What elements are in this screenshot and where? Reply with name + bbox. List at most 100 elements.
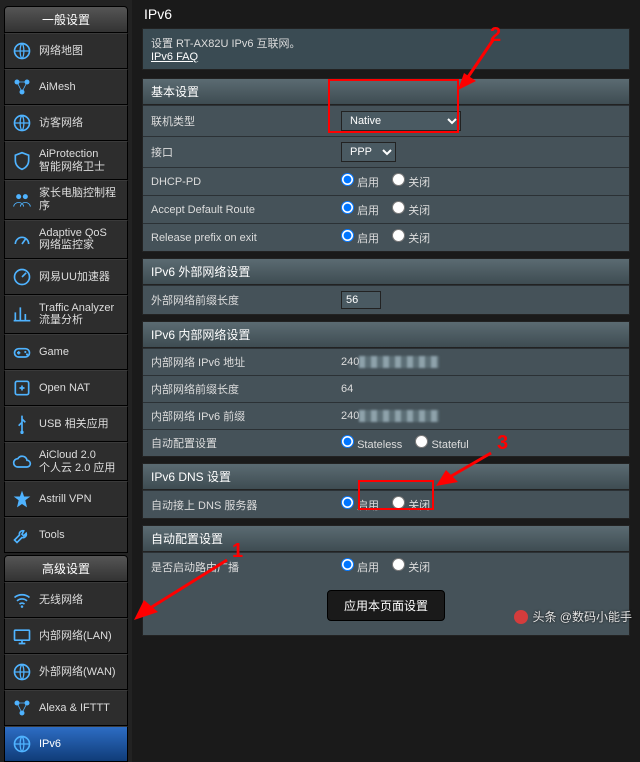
sidebar-item-label: Tools [39, 529, 65, 542]
radio-release-enable[interactable]: 启用 [341, 233, 379, 245]
radio-ra-disable[interactable]: 关闭 [392, 562, 430, 574]
masked-value [359, 410, 439, 422]
globe-icon [11, 661, 33, 683]
sidebar-item-usb-[interactable]: USB 相关应用 [4, 406, 128, 442]
label-wan-prefix-len: 外部网络前缀长度 [143, 286, 333, 315]
section-auto-header: 自动配置设置 [143, 526, 629, 552]
sidebar-item-open-nat[interactable]: Open NAT [4, 370, 128, 406]
gauge-icon [11, 228, 33, 250]
label-ra: 是否启动路由广播 [143, 553, 333, 581]
page-description: 设置 RT-AX82U IPv6 互联网。 IPv6 FAQ [142, 28, 630, 70]
globe-icon [11, 40, 33, 62]
sidebar-item--uu-[interactable]: 网易UU加速器 [4, 259, 128, 295]
radio-stateful[interactable]: Stateful [415, 439, 468, 451]
sidebar-item--[interactable]: 网络地图 [4, 33, 128, 69]
radio-release-disable[interactable]: 关闭 [392, 233, 430, 245]
sidebar-item-label: AiProtection智能网络卫士 [39, 148, 105, 173]
shield-icon [11, 150, 33, 172]
label-dhcp-pd: DHCP-PD [143, 168, 333, 196]
section-dns: IPv6 DNS 设置 自动接上 DNS 服务器 启用 关闭 [142, 463, 630, 519]
globe-icon [11, 733, 33, 755]
radio-accept-route-disable[interactable]: 关闭 [392, 205, 430, 217]
apply-button[interactable]: 应用本页面设置 [327, 590, 445, 621]
cloud-icon [11, 451, 33, 473]
sidebar-item-label: 网络地图 [39, 45, 83, 58]
sidebar-item-aiprotection[interactable]: AiProtection智能网络卫士 [4, 141, 128, 180]
sidebar-item--wan-[interactable]: 外部网络(WAN) [4, 654, 128, 690]
section-dns-header: IPv6 DNS 设置 [143, 464, 629, 490]
masked-value [359, 356, 439, 368]
input-wan-prefix-len[interactable] [341, 291, 381, 309]
wifi-icon [11, 589, 33, 611]
page-title: IPv6 [142, 4, 630, 28]
watermark-logo-icon [514, 610, 528, 624]
sidebar-item-label: Open NAT [39, 382, 90, 395]
select-conn-type[interactable]: Native [341, 111, 461, 131]
sidebar-item-label: 访客网络 [39, 117, 83, 130]
sidebar-item-label: Adaptive QoS网络监控家 [39, 227, 107, 252]
main-panel: IPv6 设置 RT-AX82U IPv6 互联网。 IPv6 FAQ 基本设置… [136, 0, 636, 636]
watermark-text: 头条 @数码小能手 [532, 608, 632, 625]
sidebar-item-traffic-analyzer[interactable]: Traffic Analyzer流量分析 [4, 295, 128, 334]
sidebar-item-label: IPv6 [39, 738, 61, 751]
desc-text: 设置 RT-AX82U IPv6 互联网。 [151, 38, 301, 50]
select-interface[interactable]: PPP [341, 142, 396, 162]
sidebar-item-label: AiMesh [39, 81, 76, 94]
globe-icon [11, 112, 33, 134]
section-basic-header: 基本设置 [143, 79, 629, 105]
sidebar-item--[interactable]: 无线网络 [4, 582, 128, 618]
sidebar-item--[interactable]: 访客网络 [4, 105, 128, 141]
sidebar-item-aicloud-2-0[interactable]: AiCloud 2.0个人云 2.0 应用 [4, 442, 128, 481]
label-interface: 接口 [143, 137, 333, 168]
section-basic: 基本设置 联机类型 Native 接口 PPP DHCP-PD [142, 78, 630, 252]
sidebar-item-label: 内部网络(LAN) [39, 630, 112, 643]
sidebar-item--lan-[interactable]: 内部网络(LAN) [4, 618, 128, 654]
radio-dhcp-pd-enable[interactable]: 启用 [341, 177, 379, 189]
watermark: 头条 @数码小能手 [514, 608, 632, 625]
game-icon [11, 341, 33, 363]
sidebar-item-alexa-ifttt[interactable]: Alexa & IFTTT [4, 690, 128, 726]
sidebar-item--[interactable]: 家长电脑控制程序 [4, 180, 128, 219]
usb-icon [11, 413, 33, 435]
speed-icon [11, 266, 33, 288]
faq-link[interactable]: IPv6 FAQ [151, 51, 198, 63]
radio-dhcp-pd-disable[interactable]: 关闭 [392, 177, 430, 189]
sidebar: 一般设置 网络地图 AiMesh 访客网络 AiProtection智能网络卫士家长电… [0, 0, 132, 762]
section-wan-header: IPv6 外部网络设置 [143, 259, 629, 285]
sidebar-group-general: 一般设置 [4, 6, 128, 33]
sidebar-item-astrill-vpn[interactable]: Astrill VPN [4, 481, 128, 517]
sidebar-item-label: Alexa & IFTTT [39, 702, 110, 715]
sidebar-item-adaptive-qos[interactable]: Adaptive QoS网络监控家 [4, 220, 128, 259]
radio-dns-disable[interactable]: 关闭 [392, 500, 430, 512]
nat-icon [11, 377, 33, 399]
label-lan-prefix: 内部网络 IPv6 前缀 [143, 403, 333, 430]
radio-dns-enable[interactable]: 启用 [341, 500, 379, 512]
section-lan-header: IPv6 内部网络设置 [143, 322, 629, 348]
sidebar-item-aimesh[interactable]: AiMesh [4, 69, 128, 105]
wrench-icon [11, 524, 33, 546]
label-dns-auto: 自动接上 DNS 服务器 [143, 491, 333, 519]
value-lan-addr: 240 [341, 356, 359, 368]
sidebar-item-label: 网易UU加速器 [39, 271, 110, 284]
sidebar-item-label: 家长电脑控制程序 [39, 187, 121, 212]
sidebar-item-label: Traffic Analyzer流量分析 [39, 302, 114, 327]
sidebar-item-label: 无线网络 [39, 594, 83, 607]
lan-icon [11, 625, 33, 647]
radio-stateless[interactable]: Stateless [341, 439, 402, 451]
mesh-icon [11, 76, 33, 98]
chart-icon [11, 303, 33, 325]
sidebar-item-label: USB 相关应用 [39, 418, 109, 431]
sidebar-item-label: Astrill VPN [39, 493, 92, 506]
label-lan-len: 内部网络前缀长度 [143, 376, 333, 403]
value-lan-len: 64 [341, 383, 353, 395]
sidebar-item-label: AiCloud 2.0个人云 2.0 应用 [39, 449, 115, 474]
radio-ra-enable[interactable]: 启用 [341, 562, 379, 574]
radio-accept-route-enable[interactable]: 启用 [341, 205, 379, 217]
sidebar-item-label: 外部网络(WAN) [39, 666, 116, 679]
label-lan-auto: 自动配置设置 [143, 430, 333, 457]
label-lan-addr: 内部网络 IPv6 地址 [143, 349, 333, 376]
sidebar-item-ipv6[interactable]: IPv6 [4, 726, 128, 762]
sidebar-item-tools[interactable]: Tools [4, 517, 128, 553]
sidebar-item-game[interactable]: Game [4, 334, 128, 370]
star-icon [11, 488, 33, 510]
